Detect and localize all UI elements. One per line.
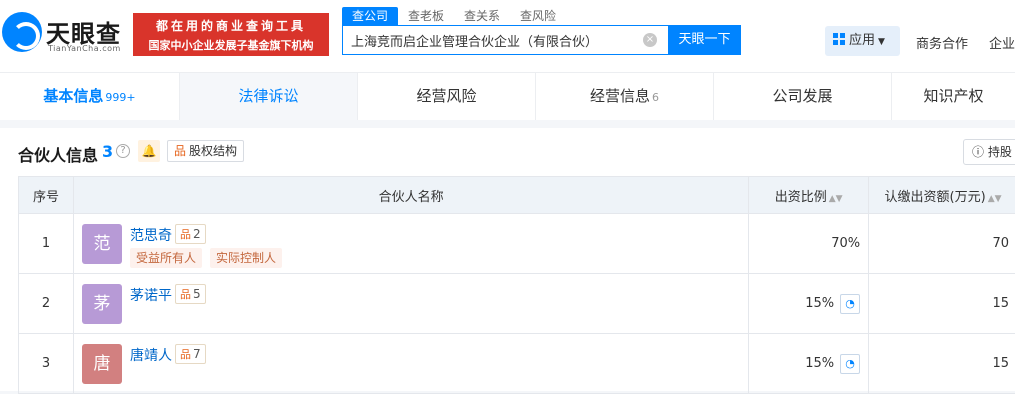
amount-cell: 70 (869, 214, 1015, 274)
header-name: 合伙人名称 (73, 177, 748, 214)
tab-count: 999+ (105, 91, 135, 104)
tab-label: 公司发展 (772, 87, 832, 105)
tab-basic-info[interactable]: 基本信息999+ (0, 73, 180, 120)
avatar[interactable]: 茅 (82, 284, 122, 324)
row-number: 2 (19, 274, 74, 334)
tab-label: 知识产权 (923, 87, 983, 105)
amount-value: 15 (992, 356, 1015, 371)
tab-label: 基本信息 (43, 87, 103, 105)
pie-chart-icon[interactable]: ◔ (840, 354, 860, 374)
section-tabs: 基本信息999+ 法律诉讼 经营风险 经营信息6 公司发展 知识产权 (0, 72, 1015, 120)
amount-cell: 15 (869, 274, 1015, 334)
partner-name-cell: 唐 唐靖人 品7 (73, 334, 748, 394)
promo-line-1: 都在用的商业查询工具 (133, 17, 329, 34)
ratio-value: 15% (805, 356, 834, 371)
amount-value: 70 (992, 236, 1015, 251)
help-icon: ⓘ (972, 145, 984, 159)
header-ratio-label: 出资比例 (775, 190, 827, 205)
amount-cell: 15 (869, 334, 1015, 394)
header-no: 序号 (19, 177, 74, 214)
structure-icon: 品 (174, 144, 186, 158)
ratio-value: 15% (805, 296, 834, 311)
relation-count: 5 (193, 287, 201, 301)
partner-tag: 实际控制人 (210, 248, 282, 268)
equity-structure-button[interactable]: 品股权结构 (167, 140, 244, 162)
search-tab-boss[interactable]: 查老板 (398, 7, 454, 25)
row-number: 1 (19, 214, 74, 274)
holding-label: 持股 (988, 145, 1012, 159)
header-amount[interactable]: 认缴出资额(万元)▲▼ (869, 177, 1015, 214)
ratio-value: 70% (831, 236, 860, 251)
table-row: 2 茅 茅诺平 品5 15% ◔ 15 (19, 274, 1015, 334)
relation-badge[interactable]: 品5 (175, 284, 206, 304)
tab-ip[interactable]: 知识产权 (892, 73, 1015, 120)
partner-name-link[interactable]: 唐靖人 (130, 345, 172, 365)
section-count: 3 (102, 142, 113, 161)
search-tab-relation[interactable]: 查关系 (454, 7, 510, 25)
apps-button[interactable]: 应用▼ (825, 26, 900, 56)
relation-icon: 品 (180, 348, 191, 361)
apps-grid-icon (833, 33, 845, 45)
relation-badge[interactable]: 品7 (175, 344, 206, 364)
partner-name-cell: 范 范思奇 品2 受益所有人实际控制人 (73, 214, 748, 274)
search-button[interactable]: 天眼一下 (668, 25, 741, 55)
partner-name-link[interactable]: 茅诺平 (130, 285, 172, 305)
nav-enterprise[interactable]: 企业 (989, 33, 1015, 52)
tab-risk[interactable]: 经营风险 (358, 73, 536, 120)
promo-line-2: 国家中小企业发展子基金旗下机构 (133, 37, 329, 53)
search-type-tabs: 查公司 查老板 查关系 查风险 (342, 7, 566, 25)
search-box: × 天眼一下 (342, 25, 741, 55)
header-amount-label: 认缴出资额(万元) (885, 190, 986, 205)
apps-label: 应用 (849, 33, 875, 48)
partner-table: 序号 合伙人名称 出资比例▲▼ 认缴出资额(万元)▲▼ 1 范 范思奇 品2 受… (18, 176, 1015, 394)
promo-banner[interactable]: 都在用的商业查询工具 国家中小企业发展子基金旗下机构 (133, 13, 329, 56)
section-title: 合伙人信息 (18, 142, 98, 166)
ratio-cell: 70% (749, 214, 869, 274)
tab-development[interactable]: 公司发展 (714, 73, 892, 120)
amount-value: 15 (992, 296, 1015, 311)
help-icon[interactable]: ? (116, 144, 130, 158)
table-row: 1 范 范思奇 品2 受益所有人实际控制人 70% 70 (19, 214, 1015, 274)
holding-button[interactable]: ⓘ 持股 (963, 139, 1015, 165)
relation-count: 2 (193, 227, 201, 241)
logo-subtitle: TianYanCha.com (48, 44, 121, 53)
nav-business-cooperation[interactable]: 商务合作 (916, 33, 968, 52)
tab-label: 经营风险 (416, 87, 476, 105)
search-input[interactable] (343, 26, 653, 54)
sort-icon: ▲▼ (988, 194, 1002, 204)
relation-badge[interactable]: 品2 (175, 224, 206, 244)
row-number: 3 (19, 334, 74, 394)
top-bar: 天眼查 TianYanCha.com 都在用的商业查询工具 国家中小企业发展子基… (0, 0, 1015, 72)
tab-label: 经营信息 (590, 87, 650, 105)
logo-icon (2, 12, 42, 52)
avatar[interactable]: 范 (82, 224, 122, 264)
tab-count: 6 (652, 91, 659, 104)
relation-icon: 品 (180, 288, 191, 301)
table-row: 3 唐 唐靖人 品7 15% ◔ 15 (19, 334, 1015, 394)
partner-info-card: 合伙人信息 3 ? 🔔 品股权结构 ⓘ 持股 序号 合伙人名称 出资比例▲▼ 认… (0, 128, 1015, 391)
search-tab-company[interactable]: 查公司 (342, 7, 398, 25)
partner-name-link[interactable]: 范思奇 (130, 225, 172, 245)
clear-icon[interactable]: × (643, 33, 657, 47)
equity-label: 股权结构 (189, 144, 237, 158)
header-ratio[interactable]: 出资比例▲▼ (749, 177, 869, 214)
relation-count: 7 (193, 347, 201, 361)
partner-tag: 受益所有人 (130, 248, 202, 268)
caret-down-icon: ▼ (878, 37, 885, 47)
ratio-cell: 15% ◔ (749, 334, 869, 394)
avatar[interactable]: 唐 (82, 344, 122, 384)
sort-icon: ▲▼ (829, 194, 843, 204)
ratio-cell: 15% ◔ (749, 274, 869, 334)
tab-label: 法律诉讼 (238, 87, 298, 105)
relation-icon: 品 (180, 228, 191, 241)
pie-chart-icon[interactable]: ◔ (840, 294, 860, 314)
search-tab-risk[interactable]: 查风险 (510, 7, 566, 25)
partner-name-cell: 茅 茅诺平 品5 (73, 274, 748, 334)
tab-legal[interactable]: 法律诉讼 (180, 73, 358, 120)
table-header-row: 序号 合伙人名称 出资比例▲▼ 认缴出资额(万元)▲▼ (19, 177, 1015, 214)
tab-operation[interactable]: 经营信息6 (536, 73, 714, 120)
logo[interactable]: 天眼查 TianYanCha.com (2, 8, 126, 58)
bell-icon[interactable]: 🔔 (138, 140, 160, 162)
